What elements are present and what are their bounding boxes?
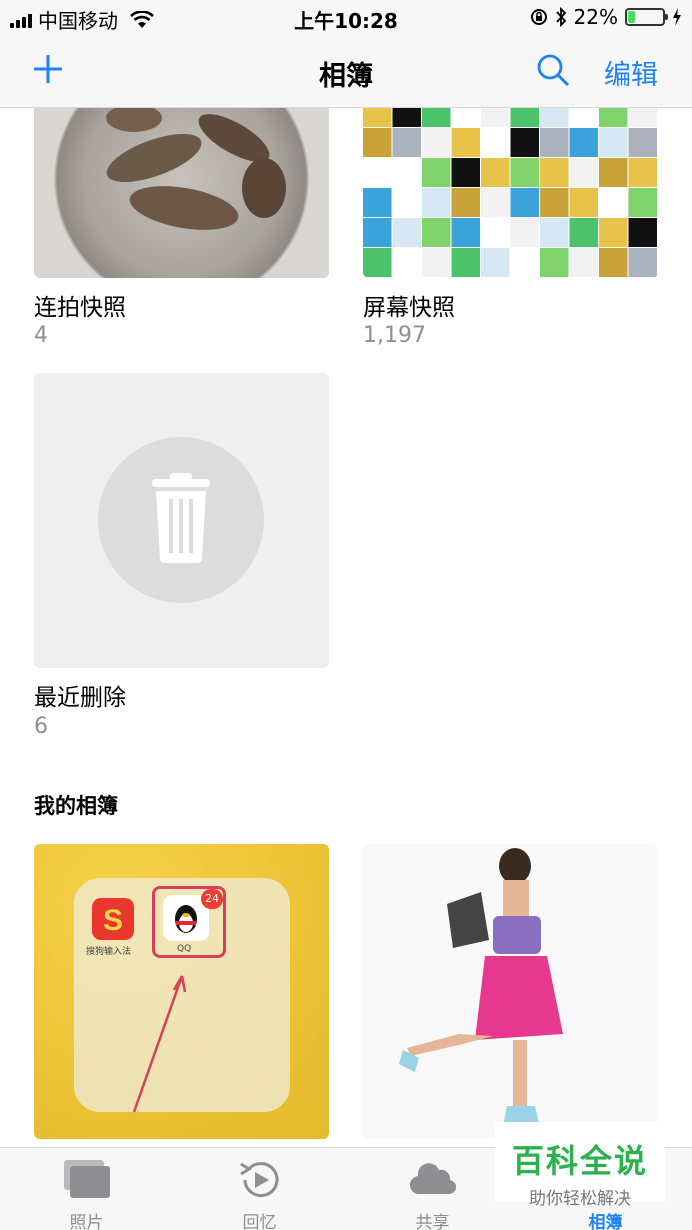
search-icon[interactable] xyxy=(536,53,570,87)
album-count-screenshots: 1,197 xyxy=(363,323,426,348)
albums-content[interactable]: 连拍快照 4 屏幕快照 1,197 最近删除 6 我的相簿 S 搜狗输入法 24… xyxy=(0,108,692,1147)
edit-button[interactable]: 编辑 xyxy=(604,53,658,92)
person-photo-image xyxy=(399,848,563,1126)
photos-icon xyxy=(64,1160,110,1198)
album-name-screenshots: 屏幕快照 xyxy=(363,295,455,321)
album-name-recently-deleted: 最近删除 xyxy=(34,685,126,711)
nav-bar: 相簿 编辑 xyxy=(0,36,692,108)
status-bar: 中国移动 上午10:28 22% xyxy=(0,0,692,36)
screenshots-mosaic-image xyxy=(363,108,657,277)
bluetooth-icon xyxy=(555,7,566,27)
watermark-title: 百科全说 xyxy=(511,1142,648,1180)
album-thumbnail-screenshots[interactable] xyxy=(363,108,658,278)
trash-icon xyxy=(152,473,210,563)
album-count-burst: 4 xyxy=(34,323,48,348)
page-title: 相簿 xyxy=(319,61,373,92)
shared-cloud-icon xyxy=(409,1163,457,1195)
battery-icon xyxy=(625,8,668,26)
album-thumbnail-recently-deleted[interactable] xyxy=(34,373,329,668)
album-count-recently-deleted: 6 xyxy=(34,714,48,739)
album-name-burst: 连拍快照 xyxy=(34,295,126,321)
tab-shared[interactable]: 共享 xyxy=(346,1148,519,1230)
section-title-my-albums: 我的相簿 xyxy=(34,794,118,818)
tab-memories[interactable]: 回忆 xyxy=(173,1148,346,1230)
tab-photos[interactable]: 照片 xyxy=(0,1148,173,1230)
orientation-lock-icon xyxy=(530,9,547,25)
tab-label-photos: 照片 xyxy=(69,1213,104,1230)
arrow-annotation xyxy=(132,975,187,1113)
trash-circle xyxy=(98,437,264,603)
album-thumbnail-photo[interactable] xyxy=(363,844,658,1139)
burst-photo-image xyxy=(106,108,286,230)
status-right: 22% xyxy=(530,5,682,29)
charging-icon xyxy=(673,8,681,26)
album-thumbnail-app-screenshot[interactable]: S 搜狗输入法 24 QQ xyxy=(34,844,329,1139)
memories-icon xyxy=(240,1162,279,1198)
battery-percent: 22% xyxy=(573,5,618,29)
watermark-logo: 百科全说 助你轻松解决 xyxy=(495,1122,665,1209)
watermark-subtitle: 助你轻松解决 xyxy=(529,1189,631,1209)
album-thumbnail-burst[interactable] xyxy=(34,108,329,278)
tab-label-shared: 共享 xyxy=(415,1213,450,1230)
tab-label-albums: 相簿 xyxy=(588,1213,623,1230)
battery-fill xyxy=(628,11,636,23)
tab-label-memories: 回忆 xyxy=(242,1213,277,1230)
